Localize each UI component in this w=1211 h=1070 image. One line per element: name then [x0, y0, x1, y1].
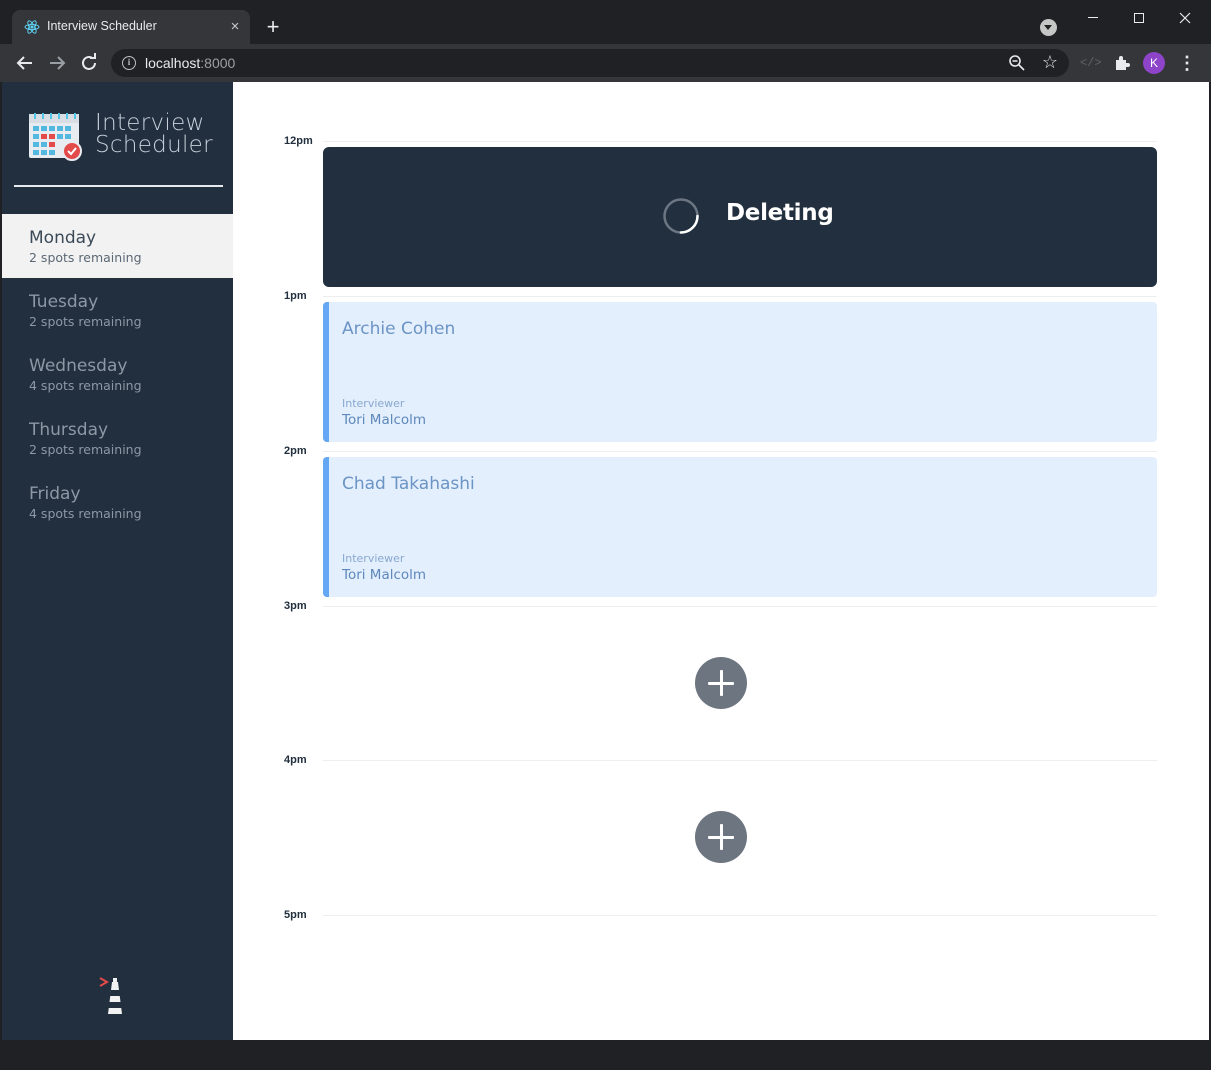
day-name: Wednesday [29, 356, 128, 376]
extensions-puzzle-icon[interactable] [1112, 53, 1132, 73]
day-list: Monday 2 spots remaining Tuesday 2 spots… [2, 214, 233, 534]
tab-search-icon[interactable] [1040, 19, 1057, 36]
time-divider [323, 451, 1157, 452]
time-label: 4pm [284, 754, 307, 766]
new-tab-button[interactable]: + [262, 16, 284, 38]
appointment-slot-5pm: 5pm [233, 909, 1209, 1070]
loading-spinner-icon [663, 198, 699, 234]
add-appointment-button[interactable] [695, 657, 747, 709]
appointment-card[interactable]: Archie Cohen Interviewer Tori Malcolm [323, 302, 1157, 442]
day-item-monday[interactable]: Monday 2 spots remaining [2, 214, 233, 278]
day-item-friday[interactable]: Friday 4 spots remaining [2, 470, 233, 534]
appointment-slot-2pm: 2pm Chad Takahashi Interviewer Tori Malc… [233, 445, 1209, 606]
appointment-slot-12pm: 12pm Deleting [233, 135, 1209, 296]
day-item-wednesday[interactable]: Wednesday 4 spots remaining [2, 342, 233, 406]
url-port: :8000 [200, 55, 236, 71]
app-title: Interview Scheduler [95, 110, 213, 158]
interviewer-label: Interviewer [342, 552, 405, 565]
url-text: localhost:8000 [145, 55, 235, 71]
app-title-line2: Scheduler [95, 132, 213, 158]
time-label: 5pm [284, 909, 307, 921]
sidebar: Interview Scheduler Monday 2 spots remai… [2, 82, 233, 1040]
day-name: Monday [29, 228, 97, 248]
lighthouse-logo-icon [99, 977, 123, 1014]
time-divider [323, 141, 1157, 142]
interviewer-label: Interviewer [342, 397, 405, 410]
site-info-icon[interactable]: i [122, 56, 136, 70]
schedule: 12pm Deleting 1pm Archie Cohen Interview… [233, 82, 1209, 1040]
browser-tab[interactable]: Interview Scheduler × [12, 10, 250, 44]
day-spots: 2 spots remaining [29, 442, 142, 457]
bookmark-star-icon[interactable]: ☆ [1040, 52, 1060, 72]
browser-toolbar: i localhost:8000 ☆ </> K ⋮ [0, 44, 1211, 82]
browser-menu-icon[interactable]: ⋮ [1177, 53, 1197, 73]
time-label: 1pm [284, 290, 307, 302]
appointment-card[interactable]: Chad Takahashi Interviewer Tori Malcolm [323, 457, 1157, 597]
day-spots: 2 spots remaining [29, 250, 142, 265]
status-deleting-card: Deleting [323, 147, 1157, 287]
student-name: Chad Takahashi [342, 474, 475, 494]
appointment-slot-1pm: 1pm Archie Cohen Interviewer Tori Malcol… [233, 290, 1209, 451]
reload-icon[interactable] [77, 51, 101, 75]
interviewer-name: Tori Malcolm [342, 412, 427, 428]
zoom-icon[interactable] [1008, 54, 1026, 72]
react-icon [24, 20, 40, 34]
day-name: Thursday [29, 420, 109, 440]
calendar-icon [29, 113, 82, 161]
app-logo: Interview Scheduler [28, 108, 228, 164]
tab-title: Interview Scheduler [47, 19, 157, 33]
day-spots: 4 spots remaining [29, 378, 142, 393]
devtools-icon[interactable]: </> [1080, 53, 1102, 73]
tab-strip: Interview Scheduler × + [0, 0, 1211, 44]
time-divider [323, 760, 1157, 761]
time-label: 2pm [284, 445, 307, 457]
time-divider [323, 915, 1157, 916]
tab-close-icon[interactable]: × [226, 18, 244, 36]
appointment-slot-4pm: 4pm [233, 754, 1209, 915]
add-appointment-button[interactable] [695, 811, 747, 863]
time-divider [323, 606, 1157, 607]
appointment-slot-3pm: 3pm [233, 600, 1209, 761]
time-label: 12pm [284, 135, 313, 147]
url-host: localhost [145, 55, 201, 71]
time-divider [323, 296, 1157, 297]
day-item-tuesday[interactable]: Tuesday 2 spots remaining [2, 278, 233, 342]
day-item-thursday[interactable]: Thursday 2 spots remaining [2, 406, 233, 470]
address-bar[interactable]: i localhost:8000 ☆ [111, 49, 1069, 77]
student-name: Archie Cohen [342, 319, 456, 339]
sidebar-divider [14, 185, 223, 187]
day-name: Tuesday [29, 292, 99, 312]
forward-arrow-icon[interactable] [45, 51, 69, 75]
day-spots: 2 spots remaining [29, 314, 142, 329]
minimize-button[interactable] [1070, 4, 1116, 32]
app-viewport: Interview Scheduler Monday 2 spots remai… [2, 82, 1209, 1040]
close-window-button[interactable] [1162, 4, 1208, 32]
app-title-line1: Interview [95, 110, 205, 136]
time-label: 3pm [284, 600, 307, 612]
status-text: Deleting [726, 200, 834, 226]
profile-avatar[interactable]: K [1143, 52, 1165, 74]
day-spots: 4 spots remaining [29, 506, 142, 521]
back-arrow-icon[interactable] [13, 51, 37, 75]
maximize-button[interactable] [1116, 4, 1162, 32]
interviewer-name: Tori Malcolm [342, 567, 427, 583]
day-name: Friday [29, 484, 81, 504]
browser-chrome: Interview Scheduler × + i localhost:8000 [0, 0, 1211, 82]
